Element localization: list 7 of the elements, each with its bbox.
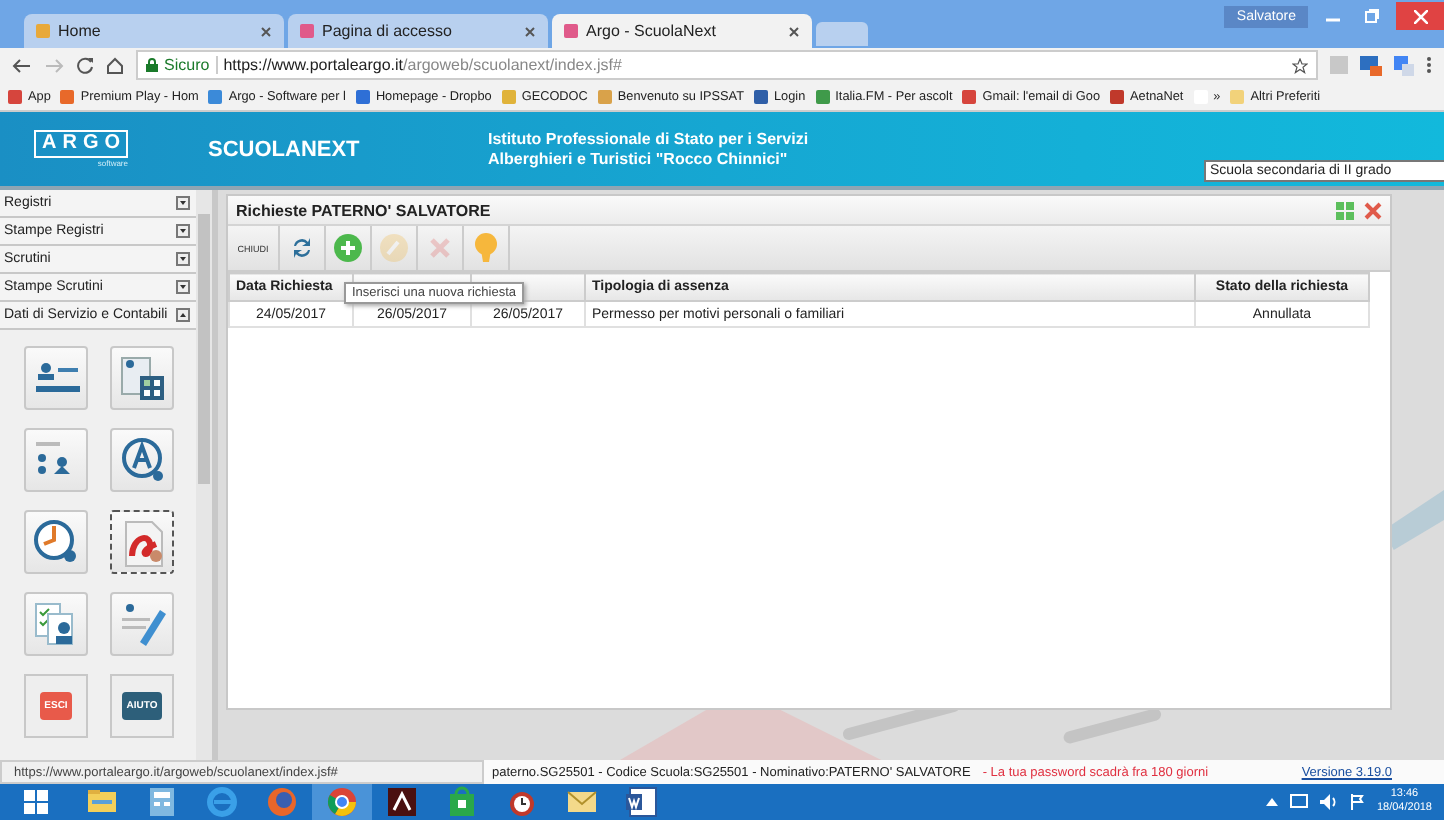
institute-name: Alberghieri e Turistici "Rocco Chinnici" — [488, 149, 790, 169]
url-text: https://www.portaleargo.it/argoweb/scuolanext/index.jsf# — [223, 56, 622, 74]
product-name: SCUOLANEXT — [208, 137, 362, 161]
secure-label: Sicuro — [164, 56, 210, 74]
institute-name: Istituto Professionale di Stato per i Servizi — [488, 129, 809, 149]
logo-text: ARGO — [34, 130, 128, 158]
panel-title: Richieste PATERNO' SALVATORE — [236, 201, 491, 219]
